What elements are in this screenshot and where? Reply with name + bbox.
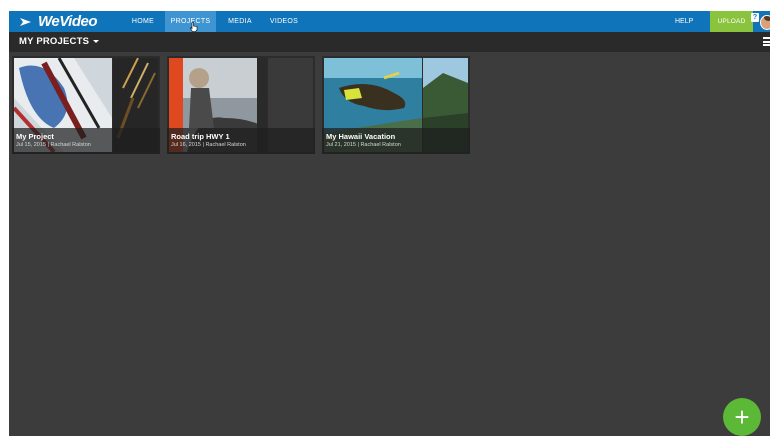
page-title: MY PROJECTS — [19, 36, 90, 47]
nav-home[interactable]: HOME — [121, 11, 165, 32]
top-navigation-bar: WeVideo HOME PROJECTS MEDIA VIDEOS HELP … — [9, 11, 770, 32]
help-link[interactable]: HELP — [675, 11, 693, 32]
my-projects-dropdown[interactable]: MY PROJECTS — [19, 36, 100, 47]
help-badge[interactable]: ? — [751, 13, 759, 22]
wevideo-logo[interactable]: WeVideo — [19, 13, 98, 30]
plus-icon: + — [734, 401, 750, 432]
project-meta: Jul 16, 2015 | Rachael Ralston — [171, 142, 246, 148]
project-meta: Jul 21, 2015 | Rachael Ralston — [326, 142, 401, 148]
project-caption: My Project Jul 15, 2015 | Rachael Ralsto… — [12, 128, 160, 154]
nav-videos[interactable]: VIDEOS — [264, 11, 304, 32]
nav-media[interactable]: MEDIA — [221, 11, 259, 32]
nav-home-label: HOME — [131, 18, 155, 25]
project-card[interactable]: My Hawaii Vacation Jul 21, 2015 | Rachae… — [322, 56, 470, 154]
project-meta: Jul 15, 2015 | Rachael Ralston — [16, 142, 91, 148]
nav-videos-label: VIDEOS — [269, 18, 299, 25]
project-card[interactable]: My Project Jul 15, 2015 | Rachael Ralsto… — [12, 56, 160, 154]
app-window: WeVideo HOME PROJECTS MEDIA VIDEOS HELP … — [9, 11, 770, 436]
chevron-down-icon — [93, 40, 100, 43]
project-caption: Road trip HWY 1 Jul 16, 2015 | Rachael R… — [167, 128, 315, 154]
project-card[interactable]: Road trip HWY 1 Jul 16, 2015 | Rachael R… — [167, 56, 315, 154]
project-caption: My Hawaii Vacation Jul 21, 2015 | Rachae… — [322, 128, 470, 154]
play-logo-icon — [20, 17, 31, 26]
upload-button[interactable]: UPLOAD — [710, 11, 753, 32]
hand-cursor-icon — [190, 22, 198, 32]
logo-text: WeVideo — [38, 13, 98, 30]
add-project-button[interactable]: + — [723, 398, 761, 436]
user-avatar[interactable] — [760, 15, 770, 30]
help-label: HELP — [675, 18, 694, 25]
project-title: My Project — [16, 132, 54, 141]
list-view-icon[interactable] — [763, 37, 770, 47]
project-title: My Hawaii Vacation — [326, 132, 396, 141]
subheader-bar: MY PROJECTS — [9, 32, 770, 52]
nav-media-label: MEDIA — [228, 18, 252, 25]
project-title: Road trip HWY 1 — [171, 132, 230, 141]
upload-label: UPLOAD — [717, 18, 746, 25]
